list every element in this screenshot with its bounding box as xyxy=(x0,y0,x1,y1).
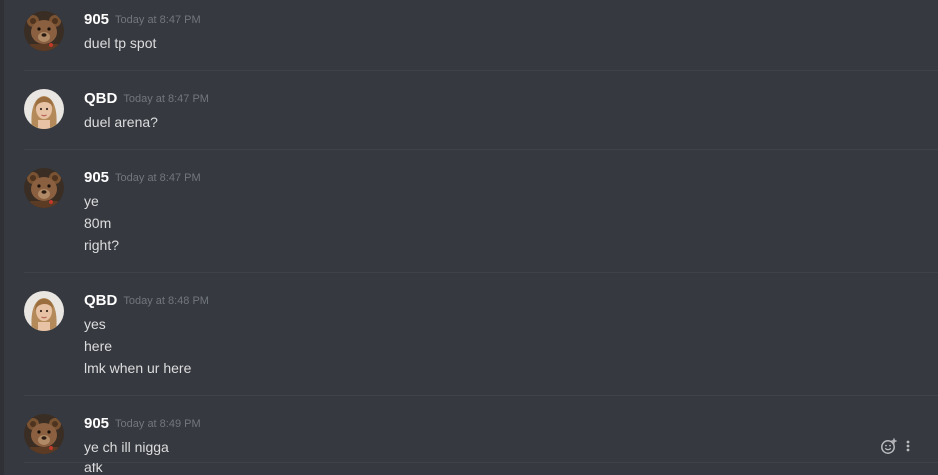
left-panel-edge xyxy=(0,0,4,475)
teddy-bear-avatar-icon xyxy=(24,414,64,454)
username[interactable]: QBD xyxy=(84,292,117,309)
add-reaction-icon[interactable] xyxy=(880,437,898,455)
message-text: duel tp spot xyxy=(84,35,157,51)
message-header: 905 Today at 8:49 PM xyxy=(84,415,201,433)
message-header: QBD Today at 8:47 PM xyxy=(84,90,209,108)
message-divider xyxy=(24,272,938,273)
message-text: ye xyxy=(84,193,99,209)
message-divider xyxy=(24,70,938,71)
username[interactable]: QBD xyxy=(84,90,117,107)
woman-portrait-avatar-icon xyxy=(24,291,64,331)
message-text: here xyxy=(84,338,113,354)
avatar[interactable] xyxy=(24,89,64,129)
message-divider xyxy=(24,395,938,396)
timestamp[interactable]: Today at 8:47 PM xyxy=(115,14,201,26)
message-header: QBD Today at 8:48 PM xyxy=(84,292,209,310)
avatar[interactable] xyxy=(24,291,64,331)
timestamp[interactable]: Today at 8:47 PM xyxy=(123,93,209,105)
timestamp[interactable]: Today at 8:47 PM xyxy=(115,172,201,184)
username[interactable]: 905 xyxy=(84,169,109,186)
username[interactable]: 905 xyxy=(84,11,109,28)
teddy-bear-avatar-icon xyxy=(24,168,64,208)
avatar[interactable] xyxy=(24,11,64,51)
more-options-icon[interactable] xyxy=(902,437,914,455)
message-text: 80m xyxy=(84,215,112,231)
message-text: duel arena? xyxy=(84,114,158,130)
message-divider xyxy=(24,149,938,150)
message-text: lmk when ur here xyxy=(84,360,192,376)
avatar[interactable] xyxy=(24,168,64,208)
message-text: ye ch ill nigga xyxy=(84,439,169,455)
avatar[interactable] xyxy=(24,414,64,454)
woman-portrait-avatar-icon xyxy=(24,89,64,129)
username[interactable]: 905 xyxy=(84,415,109,432)
message-divider xyxy=(24,462,938,463)
timestamp[interactable]: Today at 8:49 PM xyxy=(115,418,201,430)
message-header: 905 Today at 8:47 PM xyxy=(84,11,201,29)
message-hover-actions xyxy=(880,437,914,455)
message-header: 905 Today at 8:47 PM xyxy=(84,169,201,187)
teddy-bear-avatar-icon xyxy=(24,11,64,51)
message-text: yes xyxy=(84,316,106,332)
message-text: right? xyxy=(84,237,120,253)
timestamp[interactable]: Today at 8:48 PM xyxy=(123,295,209,307)
